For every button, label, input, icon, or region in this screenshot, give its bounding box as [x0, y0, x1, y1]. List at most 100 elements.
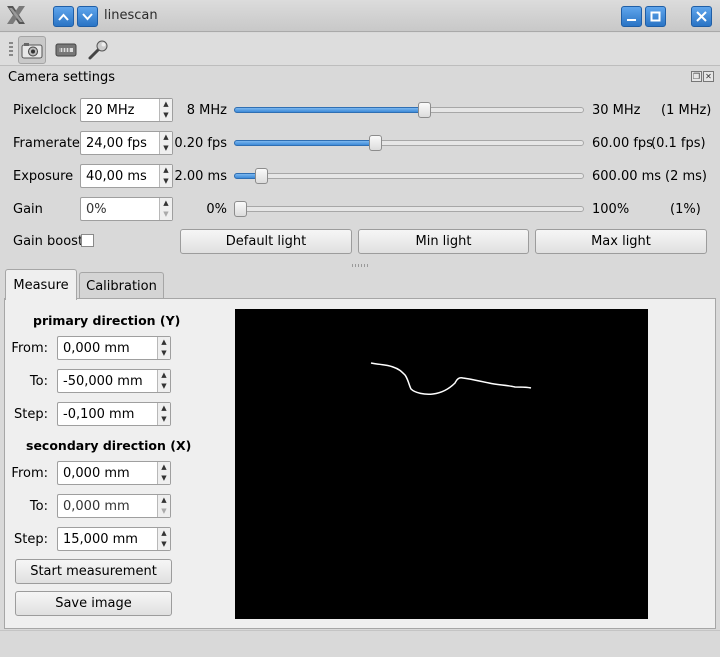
- arrow-down-icon[interactable]: ▼: [158, 539, 170, 550]
- primary-to-stepper[interactable]: ▲ ▼: [157, 370, 170, 392]
- chevron-up-icon: [58, 13, 69, 21]
- slider-handle[interactable]: [369, 135, 382, 151]
- scan-line-image: [370, 362, 532, 395]
- primary-step-stepper[interactable]: ▲ ▼: [157, 403, 170, 425]
- framerate-stepper[interactable]: ▲ ▼: [159, 132, 172, 154]
- pixelclock-spinbox[interactable]: 20 MHz ▲ ▼: [80, 98, 173, 122]
- arrow-down-icon[interactable]: ▼: [160, 110, 172, 121]
- minimize-button[interactable]: [621, 6, 642, 27]
- camera-icon: [21, 43, 43, 59]
- slider-handle[interactable]: [418, 102, 431, 118]
- toolbar-grip[interactable]: [9, 42, 13, 58]
- arrow-up-icon[interactable]: ▲: [160, 132, 172, 143]
- arrow-up-icon[interactable]: ▲: [160, 99, 172, 110]
- settings-tool-button[interactable]: [84, 36, 112, 64]
- primary-to-spinbox[interactable]: -50,000 mm ▲ ▼: [57, 369, 171, 393]
- exposure-step: (2 ms): [665, 169, 707, 184]
- arrow-up-icon[interactable]: ▲: [158, 495, 170, 506]
- secondary-to-stepper[interactable]: ▲ ▼: [157, 495, 170, 517]
- max-light-button[interactable]: Max light: [535, 229, 707, 254]
- arrow-down-icon[interactable]: ▼: [158, 414, 170, 425]
- primary-direction-heading: primary direction (Y): [33, 313, 181, 328]
- arrow-up-icon[interactable]: ▲: [160, 165, 172, 176]
- arrow-up-icon[interactable]: ▲: [158, 528, 170, 539]
- chevron-down-icon: [82, 12, 93, 20]
- exposure-spinbox[interactable]: 40,00 ms ▲ ▼: [80, 164, 173, 188]
- tab-calibration[interactable]: Calibration: [79, 272, 164, 300]
- title-bar: linescan: [0, 0, 720, 32]
- camera-preview: [235, 309, 648, 619]
- primary-from-stepper[interactable]: ▲ ▼: [157, 337, 170, 359]
- shade-down-button[interactable]: [77, 6, 98, 27]
- minimize-icon: [627, 19, 636, 21]
- maximize-button[interactable]: [645, 6, 666, 27]
- arrow-up-icon[interactable]: ▲: [158, 337, 170, 348]
- close-dock-button[interactable]: ✕: [703, 71, 714, 82]
- primary-from-spinbox[interactable]: 0,000 mm ▲ ▼: [57, 336, 171, 360]
- pixelclock-max: 30 MHz: [592, 103, 641, 118]
- exposure-label: Exposure: [13, 169, 74, 184]
- default-light-button[interactable]: Default light: [180, 229, 352, 254]
- gain-spinbox[interactable]: 0% ▲ ▼: [80, 197, 173, 221]
- exposure-stepper[interactable]: ▲ ▼: [159, 165, 172, 187]
- arrow-down-icon[interactable]: ▼: [158, 506, 170, 517]
- primary-step-spinbox[interactable]: -0,100 mm ▲ ▼: [57, 402, 171, 426]
- float-dock-button[interactable]: ❐: [691, 71, 702, 82]
- pixelclock-stepper[interactable]: ▲ ▼: [159, 99, 172, 121]
- exposure-slider[interactable]: [234, 168, 584, 184]
- close-button[interactable]: [691, 6, 712, 27]
- secondary-from-stepper[interactable]: ▲ ▼: [157, 462, 170, 484]
- slider-handle[interactable]: [255, 168, 268, 184]
- arrow-down-icon[interactable]: ▼: [160, 209, 172, 220]
- slider-handle[interactable]: [234, 201, 247, 217]
- arrow-down-icon[interactable]: ▼: [160, 143, 172, 154]
- gain-stepper[interactable]: ▲ ▼: [159, 198, 172, 220]
- close-icon: ✕: [705, 72, 712, 81]
- arrow-up-icon[interactable]: ▲: [158, 403, 170, 414]
- arrow-down-icon[interactable]: ▼: [158, 348, 170, 359]
- x-logo-icon[interactable]: [4, 3, 28, 27]
- arrow-down-icon[interactable]: ▼: [158, 473, 170, 484]
- window-title: linescan: [104, 8, 158, 23]
- exposure-min: 2.00 ms: [174, 169, 227, 184]
- secondary-from-spinbox[interactable]: 0,000 mm ▲ ▼: [57, 461, 171, 485]
- pixelclock-slider[interactable]: [234, 102, 584, 118]
- camera-tool-button[interactable]: [18, 36, 46, 64]
- framerate-min: 0.20 fps: [174, 136, 227, 151]
- gain-slider[interactable]: [234, 201, 584, 217]
- status-bar: [0, 630, 720, 657]
- device-tool-button[interactable]: [52, 36, 80, 64]
- framerate-max: 60.00 fps: [592, 136, 653, 151]
- secondary-from-label: From:: [11, 466, 48, 481]
- dock-controls: ❐ ✕: [691, 71, 714, 82]
- gain-max: 100%: [592, 202, 630, 217]
- pixelclock-min: 8 MHz: [186, 103, 227, 118]
- secondary-step-stepper[interactable]: ▲ ▼: [157, 528, 170, 550]
- secondary-step-spinbox[interactable]: 15,000 mm ▲ ▼: [57, 527, 171, 551]
- framerate-spinbox[interactable]: 24,00 fps ▲ ▼: [80, 131, 173, 155]
- tab-measure[interactable]: Measure: [5, 269, 77, 300]
- arrow-down-icon[interactable]: ▼: [158, 381, 170, 392]
- save-image-button[interactable]: Save image: [15, 591, 172, 616]
- arrow-up-icon[interactable]: ▲: [158, 462, 170, 473]
- primary-to-label: To:: [29, 374, 48, 389]
- dock-splitter-handle[interactable]: [352, 264, 370, 267]
- shade-up-button[interactable]: [53, 6, 74, 27]
- gain-value: 0%: [86, 202, 107, 217]
- secondary-from-value: 0,000 mm: [63, 466, 130, 481]
- gain-boost-label: Gain boost: [13, 234, 84, 249]
- slider-fill: [234, 140, 375, 146]
- maximize-icon: [650, 11, 661, 22]
- min-light-button[interactable]: Min light: [358, 229, 529, 254]
- secondary-direction-heading: secondary direction (X): [26, 438, 192, 453]
- start-measurement-button[interactable]: Start measurement: [15, 559, 172, 584]
- secondary-step-value: 15,000 mm: [63, 532, 138, 547]
- arrow-down-icon[interactable]: ▼: [160, 176, 172, 187]
- primary-from-label: From:: [11, 341, 48, 356]
- framerate-slider[interactable]: [234, 135, 584, 151]
- gain-boost-checkbox[interactable]: [81, 234, 94, 247]
- secondary-to-spinbox[interactable]: 0,000 mm ▲ ▼: [57, 494, 171, 518]
- arrow-up-icon[interactable]: ▲: [158, 370, 170, 381]
- main-toolbar: [0, 33, 720, 66]
- arrow-up-icon[interactable]: ▲: [160, 198, 172, 209]
